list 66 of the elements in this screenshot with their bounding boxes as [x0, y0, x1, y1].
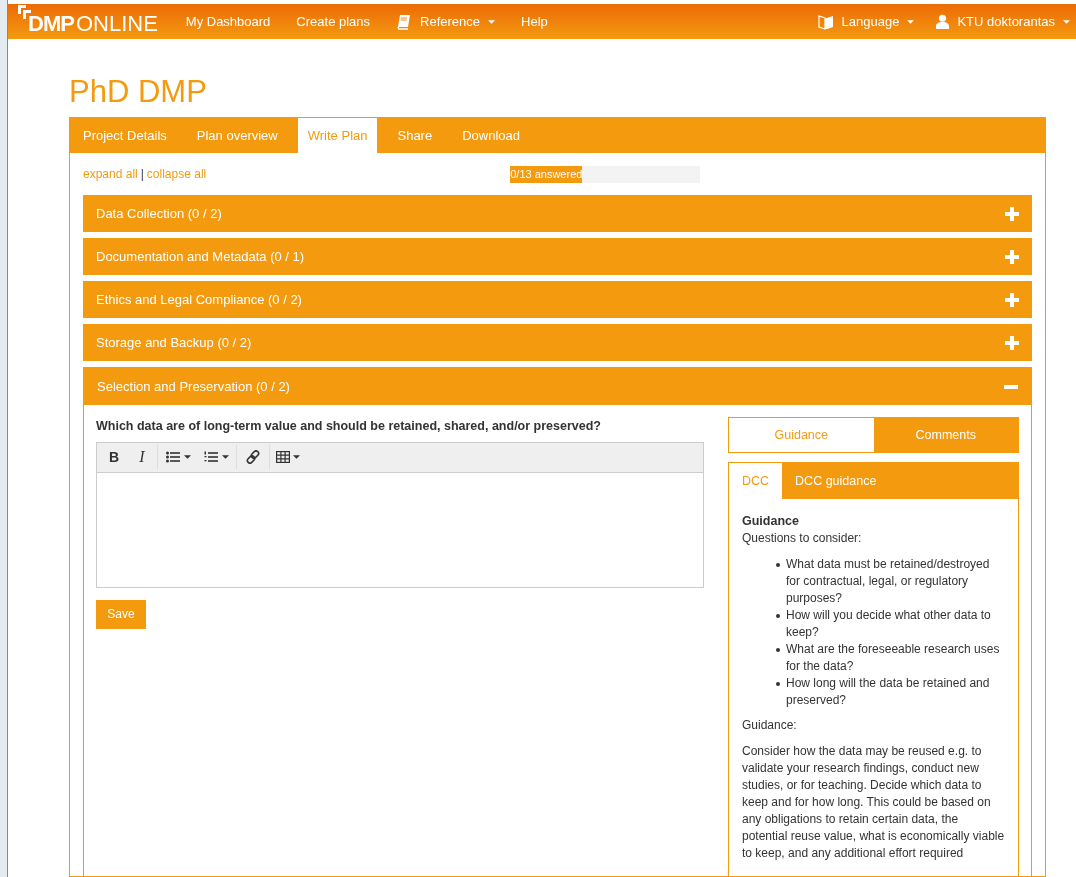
save-button[interactable]: Save [96, 599, 146, 629]
bullet-list-icon [165, 451, 180, 464]
plan-tab[interactable]: Share [387, 118, 443, 153]
section-title: Data Collection (0 / 2) [96, 204, 222, 223]
separator: | [140, 166, 144, 183]
italic-button[interactable]: I [128, 445, 156, 470]
nav-link[interactable]: Create plans [296, 11, 371, 32]
bullet-icon [776, 563, 780, 567]
plan-tab[interactable]: Project Details [73, 118, 177, 153]
caret-icon [907, 19, 915, 24]
caret-icon [488, 19, 496, 24]
bold-button[interactable]: B [100, 445, 128, 470]
caret-icon [1063, 19, 1070, 24]
link-icon [246, 450, 260, 465]
section-title: Storage and Backup (0 / 2) [96, 333, 252, 352]
guidance-heading: Guidance [742, 513, 800, 530]
book-icon [396, 13, 413, 30]
section-title: Documentation and Metadata (0 / 1) [96, 247, 305, 266]
section-header[interactable]: Documentation and Metadata (0 / 1) [83, 238, 1032, 275]
section-header[interactable]: Storage and Backup (0 / 2) [83, 324, 1032, 361]
guidance-source-tab[interactable]: DCC guidance [782, 463, 890, 499]
guidance-subheading: Guidance: [742, 717, 798, 734]
nav-link[interactable]: Help [521, 11, 548, 32]
plan-tab[interactable]: Download [452, 118, 530, 153]
caret-icon [221, 455, 229, 460]
guidance-text: Questions to consider: [742, 530, 863, 547]
guidance-paragraph: Consider how the data may be reused e.g. to validate your research findings, conduct new studies, or for teaching. Decide which data to keep and for how long. This could be based on any obligations to retain certain data, the potential reuse value, what is economically viable to keep, and any additional effort required [742, 743, 1005, 862]
plan-tab[interactable]: Write Plan [297, 118, 378, 153]
expand-icon [1005, 335, 1019, 350]
nav-link[interactable]: KTU doktorantas [936, 11, 1070, 32]
expand-icon [1005, 206, 1019, 221]
numbered-list-icon [203, 451, 218, 464]
language-icon [817, 13, 834, 30]
rich-text-editor[interactable]: B I [96, 441, 704, 588]
logo[interactable]: DMPONLINE [16, 2, 158, 37]
guidance-question: How long will the data be retained and preserved? [786, 675, 991, 709]
user-icon [936, 14, 950, 30]
plan-tab[interactable]: Plan overview [186, 118, 288, 153]
collapse-all-link[interactable]: collapse all [146, 165, 207, 183]
expand-icon [1005, 249, 1019, 264]
section-title: Ethics and Legal Compliance (0 / 2) [96, 290, 302, 309]
side-tab[interactable]: Comments [873, 418, 1018, 452]
section-header[interactable]: Data Collection (0 / 2) [83, 195, 1032, 232]
guidance-question: What are the foreseeable research uses for the data? [786, 641, 1001, 675]
question-text: Which data are of long-term value and should be retained, shared, and/or preserved? [96, 418, 602, 435]
caret-icon [183, 455, 191, 460]
progress-fill: 0/13 answered [510, 165, 583, 183]
bullet-icon [776, 614, 780, 618]
guidance-question: What data must be retained/destroyed for contractual, legal, or regulatory purposes? [786, 556, 991, 607]
nav-link[interactable]: Language [817, 11, 915, 32]
bullet-icon [776, 682, 780, 686]
guidance-question: How will you decide what other data to keep? [786, 607, 992, 641]
logo-text: ONLINE [75, 10, 158, 37]
expand-all-link[interactable]: expand all [83, 165, 138, 183]
caret-icon [293, 455, 300, 460]
section-header[interactable]: Selection and Preservation (0 / 2) [84, 368, 1031, 405]
section-title: Selection and Preservation (0 / 2) [97, 377, 290, 396]
page-title: PhD DMP [69, 74, 208, 111]
section-header[interactable]: Ethics and Legal Compliance (0 / 2) [83, 281, 1032, 318]
guidance-source-tab[interactable]: DCC [729, 463, 783, 499]
expand-icon [1005, 292, 1019, 307]
nav-link[interactable]: My Dashboard [185, 11, 271, 32]
nav-link[interactable]: Reference [396, 11, 496, 32]
table-icon [276, 451, 290, 464]
bullet-icon [776, 648, 780, 652]
logo-text: DMP [28, 10, 74, 37]
